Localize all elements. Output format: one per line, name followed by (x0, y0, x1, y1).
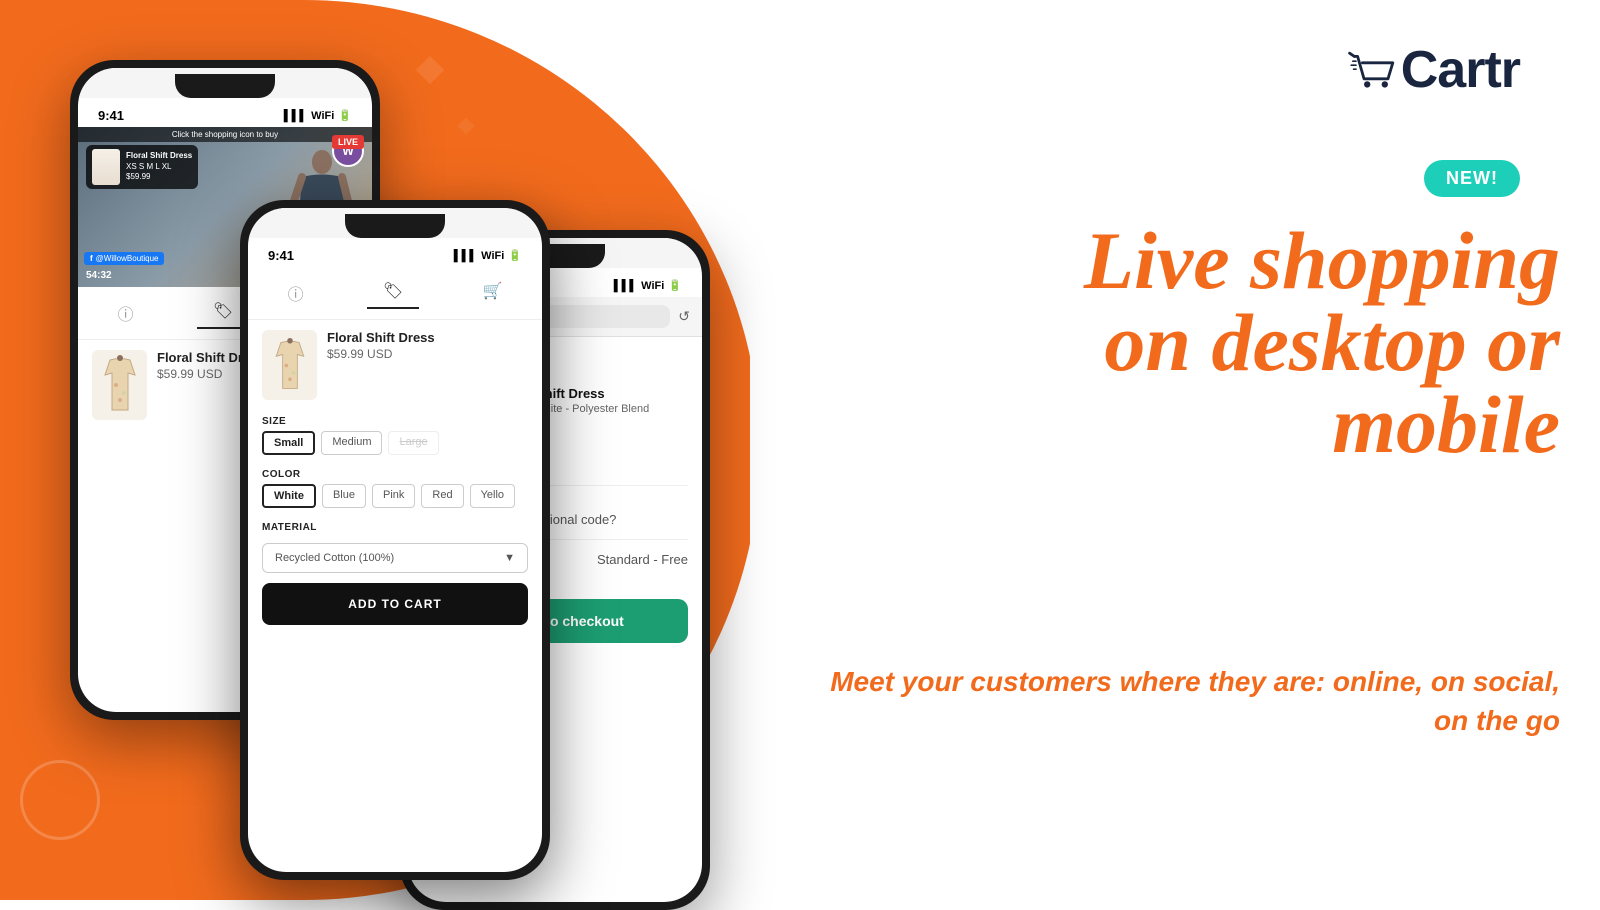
color-label: COLOR (248, 463, 542, 484)
size-medium[interactable]: Medium (321, 431, 382, 455)
phone-2-status-bar: 9:41 ▌▌▌WiFi🔋 (248, 238, 542, 267)
browser-refresh-button[interactable]: ↺ (678, 308, 690, 325)
phone-1-time: 9:41 (98, 108, 124, 123)
color-red[interactable]: Red (421, 484, 463, 508)
phone2-product-info: Floral Shift Dress $59.99 USD (327, 330, 528, 361)
stream-product-popup[interactable]: Floral Shift Dress XS S M L XL $59.99 (86, 145, 198, 189)
popup-product-info: Floral Shift Dress XS S M L XL $59.99 (126, 151, 192, 182)
stream-timer: 54:32 (86, 270, 112, 281)
popup-product-img (92, 149, 120, 185)
phone-1-status-icons: ▌▌▌WiFi🔋 (284, 109, 352, 122)
click-banner: Click the shopping icon to buy (78, 127, 372, 142)
phone2-tag-tab[interactable]: 🏷 (367, 277, 419, 309)
color-blue[interactable]: Blue (322, 484, 366, 508)
info-tab-icon[interactable]: ⓘ (102, 297, 150, 329)
material-dropdown[interactable]: Recycled Cotton (100%) ▼ (262, 543, 528, 573)
phone-1-notch (175, 74, 275, 98)
color-pink[interactable]: Pink (372, 484, 415, 508)
material-label: MATERIAL (248, 516, 542, 537)
subheadline-text: Meet your customers where they are: onli… (800, 662, 1560, 740)
color-white[interactable]: White (262, 484, 316, 508)
headline-area: Live shopping on desktop or mobile (800, 220, 1560, 466)
headline-line1: Live shopping on desktop or mobile (800, 220, 1560, 466)
phone-2-tabs: ⓘ 🏷 🛒 (248, 267, 542, 320)
subheadline-area: Meet your customers where they are: onli… (800, 662, 1560, 740)
new-badge: NEW! (1424, 160, 1520, 197)
phone2-cart-tab[interactable]: 🛒 (466, 277, 518, 309)
logo-text: Cartr (1401, 40, 1520, 100)
phone-2-time: 9:41 (268, 248, 294, 263)
product-mini-img (92, 350, 147, 420)
logo-cart-icon (1347, 50, 1397, 90)
phone-3-status-icons: ▌▌▌WiFi🔋 (614, 279, 682, 292)
color-options: White Blue Pink Red Yello (248, 484, 542, 508)
delivery-value: Standard - Free (597, 552, 688, 567)
logo-area: Cartr (1347, 40, 1520, 100)
phones-container: 9:41 ▌▌▌WiFi🔋 Click the shopping icon to… (40, 20, 760, 880)
phone2-info-tab[interactable]: ⓘ (272, 277, 320, 309)
phone2-dress-svg (270, 338, 310, 393)
phone-2-notch (345, 214, 445, 238)
dress-svg (100, 355, 140, 415)
material-value: Recycled Cotton (100%) (275, 552, 394, 564)
size-large[interactable]: Large (388, 431, 438, 455)
phone-1-status-bar: 9:41 ▌▌▌WiFi🔋 (78, 98, 372, 127)
phone2-product-price: $59.99 USD (327, 347, 528, 361)
size-small[interactable]: Small (262, 431, 315, 455)
phone2-product-name: Floral Shift Dress (327, 330, 528, 345)
size-options: Small Medium Large (248, 431, 542, 455)
phone2-product-mini: Floral Shift Dress $59.99 USD (248, 320, 542, 410)
size-label: SIZE (248, 410, 542, 431)
phone-2-status-icons: ▌▌▌WiFi🔋 (454, 249, 522, 262)
phone2-product-img (262, 330, 317, 400)
color-yellow[interactable]: Yello (470, 484, 515, 508)
phone-2-product: 9:41 ▌▌▌WiFi🔋 ⓘ 🏷 🛒 (240, 200, 550, 880)
phone-2-screen: 9:41 ▌▌▌WiFi🔋 ⓘ 🏷 🛒 (248, 208, 542, 872)
add-to-cart-button[interactable]: ADD TO CART (262, 583, 528, 625)
dropdown-chevron: ▼ (504, 552, 515, 564)
fb-tag: f @WillowBoutique (84, 252, 164, 265)
live-badge: LIVE (332, 135, 364, 149)
